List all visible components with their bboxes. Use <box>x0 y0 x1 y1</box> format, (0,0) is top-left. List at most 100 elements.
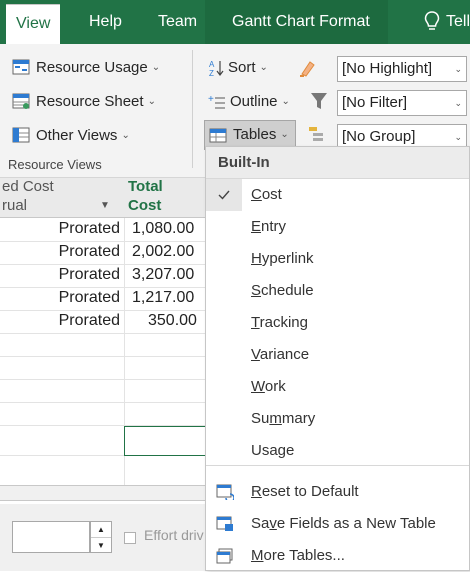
column-header-accrual-line2: rual <box>2 197 28 214</box>
menu-item-usage[interactable]: Usage <box>206 435 469 467</box>
column-filter-dropdown-icon[interactable]: ▼ <box>100 200 110 211</box>
total-cost-cell[interactable]: 1,217.00 <box>126 289 205 307</box>
menu-item-work[interactable]: Work <box>206 371 469 403</box>
resource-sheet-icon <box>12 93 30 110</box>
menu-item-label: Cost <box>251 186 282 203</box>
total-cost-cell[interactable]: 3,207.00 <box>126 266 205 284</box>
more-tables-icon <box>216 548 233 564</box>
tab-team[interactable]: Team <box>158 0 197 44</box>
menu-item-entry[interactable]: Entry <box>206 211 469 243</box>
details-panel: ▲ ▼ Effort driv <box>0 504 205 571</box>
chevron-down-icon: ⌄ <box>259 62 268 74</box>
menu-item-label: Work <box>251 378 286 395</box>
filter-icon <box>311 93 327 109</box>
chevron-down-icon: ⌄ <box>151 62 161 74</box>
menu-item-variance[interactable]: Variance <box>206 339 469 371</box>
tab-gantt-chart-format[interactable]: Gantt Chart Format <box>205 0 388 44</box>
tab-view[interactable]: View <box>6 4 61 44</box>
resource-sheet-button[interactable]: Resource Sheet ⌄ <box>12 88 156 116</box>
effort-driven-checkbox[interactable] <box>124 532 136 544</box>
sort-az-icon: A Z <box>209 60 224 77</box>
outline-label: Outline <box>230 93 278 110</box>
spin-up-icon[interactable]: ▲ <box>91 522 111 537</box>
tab-help[interactable]: Help <box>89 0 122 44</box>
reset-table-icon <box>216 484 234 500</box>
tables-icon <box>209 128 227 143</box>
other-views-label: Other Views <box>36 127 118 144</box>
outline-button[interactable]: + Outline ⌄ <box>208 88 290 116</box>
menu-item-label: Reset to Default <box>251 483 359 500</box>
empty-row[interactable] <box>0 380 205 403</box>
svg-text:Z: Z <box>209 69 214 77</box>
group-value: [No Group] <box>342 128 416 145</box>
total-cost-cell[interactable]: 1,080.00 <box>126 220 205 238</box>
menu-item-label: Variance <box>251 346 310 363</box>
ribbon-divider <box>192 50 193 168</box>
highlight-icon <box>300 61 315 77</box>
sort-label: Sort <box>228 59 256 76</box>
menu-separator <box>206 465 469 466</box>
table-row[interactable]: Prorated 3,207.00 <box>0 265 205 288</box>
other-views-icon <box>12 127 30 143</box>
table-row[interactable]: Prorated 2,002.00 <box>0 242 205 265</box>
accrual-cell[interactable]: Prorated <box>0 312 124 330</box>
menu-item-tracking[interactable]: Tracking <box>206 307 469 339</box>
sort-button[interactable]: A Z Sort ⌄ <box>208 54 268 82</box>
total-cost-cell[interactable]: 2,002.00 <box>126 243 205 261</box>
tables-dropdown-menu: Built-In Cost Entry Hyperlink Schedule T… <box>205 146 470 571</box>
menu-item-schedule[interactable]: Schedule <box>206 275 469 307</box>
chevron-down-icon: ⌄ <box>281 96 290 108</box>
chevron-down-icon: ⌄ <box>121 130 130 142</box>
ribbon-tab-bar: View Help Team Gantt Chart Format Tell <box>0 0 470 44</box>
units-input[interactable] <box>12 521 90 553</box>
accrual-cell[interactable]: Prorated <box>0 220 124 238</box>
resource-sheet-label: Resource Sheet <box>36 93 144 110</box>
save-table-icon <box>216 516 233 531</box>
menu-item-more-tables[interactable]: More Tables... <box>206 540 469 572</box>
resource-usage-label: Resource Usage <box>36 59 148 76</box>
svg-text:+: + <box>208 94 214 105</box>
table-row[interactable]: Prorated 1,080.00 <box>0 219 205 242</box>
menu-item-summary[interactable]: Summary <box>206 403 469 435</box>
menu-item-label: Entry <box>251 218 287 235</box>
menu-item-label: Schedule <box>251 282 314 299</box>
horizontal-scrollbar[interactable] <box>0 485 205 501</box>
column-header-total-line1: Total <box>128 178 163 195</box>
menu-item-reset-to-default[interactable]: Reset to Default <box>206 476 469 508</box>
menu-item-label: Usage <box>251 442 295 459</box>
accrual-cell[interactable]: Prorated <box>0 243 124 261</box>
column-header-accrual-line1: ed Cost <box>2 178 54 195</box>
empty-row[interactable] <box>0 334 205 357</box>
tables-label: Tables <box>233 126 277 143</box>
accrual-cell[interactable]: Prorated <box>0 289 124 307</box>
lightbulb-icon[interactable] <box>424 11 440 33</box>
selected-cell[interactable] <box>124 426 206 456</box>
total-cost-cell[interactable]: 350.00 <box>126 312 205 330</box>
resource-usage-icon <box>12 59 30 75</box>
filter-value: [No Filter] <box>342 94 408 111</box>
menu-item-label: Hyperlink <box>251 250 314 267</box>
group-label-resource-views: Resource Views <box>8 157 102 172</box>
chevron-down-icon: ⌄ <box>454 98 462 108</box>
column-headers: ed Cost rual ▼ Total Cost <box>0 178 205 218</box>
resource-usage-button[interactable]: Resource Usage ⌄ <box>12 54 160 82</box>
menu-item-cost[interactable]: Cost <box>206 179 469 211</box>
table-row[interactable]: Prorated 1,217.00 <box>0 288 205 311</box>
empty-row[interactable] <box>0 357 205 380</box>
other-views-button[interactable]: Other Views ⌄ <box>12 122 130 150</box>
empty-row[interactable] <box>0 403 205 426</box>
column-header-total-line2: Cost <box>128 197 162 214</box>
spin-down-icon[interactable]: ▼ <box>91 537 111 552</box>
table-row[interactable]: Prorated 350.00 <box>0 311 205 334</box>
menu-item-save-fields-as-new-table[interactable]: Save Fields as a New Table <box>206 508 469 540</box>
group-by-icon <box>309 127 323 141</box>
filter-select[interactable]: [No Filter] ⌄ <box>337 90 467 116</box>
outline-icon: + <box>208 94 225 109</box>
menu-item-label: More Tables... <box>251 547 345 564</box>
highlight-select[interactable]: [No Highlight] ⌄ <box>337 56 467 82</box>
menu-item-label: Save Fields as a New Table <box>251 515 436 532</box>
units-spinner[interactable]: ▲ ▼ <box>90 521 112 553</box>
menu-item-hyperlink[interactable]: Hyperlink <box>206 243 469 275</box>
accrual-cell[interactable]: Prorated <box>0 266 124 284</box>
tab-tell-me[interactable]: Tell <box>446 0 470 44</box>
